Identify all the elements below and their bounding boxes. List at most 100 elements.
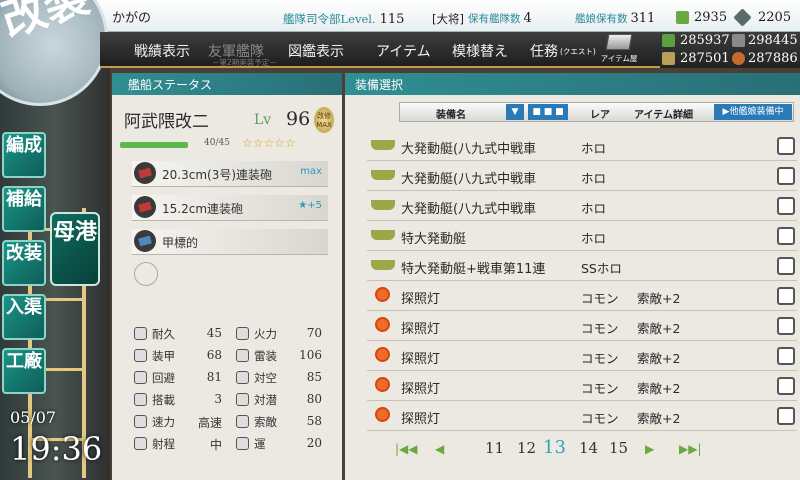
- lock-icon[interactable]: [777, 317, 795, 335]
- stat-icon: [134, 327, 147, 340]
- stat-row: 回避 81 対空 85: [132, 367, 328, 389]
- stat-value: 20: [306, 436, 322, 450]
- level-value: 96: [286, 108, 311, 130]
- equipment-select-panel: 装備名 ▼ ■ ■ ■ レア アイテム詳細 ▶他艦娘装備中 大発動艇(八九式中戦…: [345, 95, 800, 480]
- filter-button[interactable]: ■ ■ ■: [528, 104, 568, 120]
- stat-label: 運: [254, 437, 266, 451]
- equipment-row[interactable]: 探照灯 コモン 索敵+2: [367, 371, 797, 401]
- nav-arsenal-button[interactable]: 工廠: [2, 348, 46, 394]
- steel-icon: [662, 52, 675, 65]
- lock-icon[interactable]: [777, 377, 795, 395]
- stat-value: 中: [209, 438, 222, 452]
- stat-row: 装甲 68 雷装 106: [132, 345, 328, 367]
- page-13-current[interactable]: 13: [543, 437, 566, 458]
- lock-icon[interactable]: [777, 197, 795, 215]
- sort-dropdown-button[interactable]: ▼: [506, 104, 524, 120]
- ship-status-panel: 阿武隈改二 Lv 96 改修MAX 40/45 ☆☆☆☆☆ 20.3cm(3号)…: [112, 95, 342, 480]
- slot-name: 20.3cm(3号)連装砲: [162, 168, 273, 182]
- stat-label: 雷装: [254, 349, 277, 363]
- stat-value: 45: [206, 326, 222, 340]
- col-rarity-label: レア: [590, 110, 610, 121]
- next-page-arrow[interactable]: ▶: [645, 442, 673, 456]
- equipment-rarity: コモン: [581, 321, 619, 336]
- equipment-rarity: ホロ: [581, 171, 607, 186]
- page-15[interactable]: 15: [609, 439, 628, 457]
- equipment-row[interactable]: 大発動艇(八九式中戦車 ホロ: [367, 191, 797, 221]
- equipment-row[interactable]: 探照灯 コモン 索敵+2: [367, 341, 797, 371]
- fuel-count: 285937: [680, 33, 730, 48]
- equipment-detail: 索敵+2: [637, 411, 681, 426]
- searchlight-icon: [375, 377, 390, 392]
- nav-supply-button[interactable]: 補給: [2, 186, 46, 232]
- port-button[interactable]: 母港: [50, 212, 100, 286]
- equipment-slot-1[interactable]: 20.3cm(3号)連装砲 max: [132, 161, 328, 187]
- lock-icon[interactable]: [777, 407, 795, 425]
- stat-value: 高速: [197, 416, 222, 430]
- page-14[interactable]: 14: [579, 439, 598, 457]
- item-shop-button[interactable]: アイテム屋: [600, 34, 638, 66]
- nav-repair-button[interactable]: 入渠: [2, 294, 46, 340]
- nav-remodel-button[interactable]: 改装: [2, 240, 46, 286]
- lock-icon[interactable]: [777, 257, 795, 275]
- equipment-slot-3[interactable]: 甲標的: [132, 229, 328, 255]
- equipment-rarity: コモン: [581, 351, 619, 366]
- equipment-detail: 索敵+2: [637, 321, 681, 336]
- stat-icon: [134, 393, 147, 406]
- equipment-row[interactable]: 大発動艇(八九式中戦車 ホロ: [367, 131, 797, 161]
- equipment-rarity: コモン: [581, 411, 619, 426]
- equipment-row[interactable]: 探照灯 コモン 索敵+2: [367, 281, 797, 311]
- main-gun-icon: [134, 196, 156, 218]
- equipment-name: 探照灯: [401, 382, 441, 397]
- stat-row: 射程 中 運 20: [132, 433, 328, 455]
- other-ship-equipped-button[interactable]: ▶他艦娘装備中: [714, 104, 792, 120]
- equipment-slot-2[interactable]: 15.2cm連装砲 ★+5: [132, 195, 328, 221]
- lock-icon[interactable]: [777, 287, 795, 305]
- menu-items-button[interactable]: アイテム: [376, 41, 431, 61]
- prev-page-arrow[interactable]: ◀: [435, 442, 463, 456]
- equipment-row[interactable]: 探照灯 コモン 索敵+2: [367, 311, 797, 341]
- equipment-rarity: ホロ: [581, 231, 607, 246]
- searchlight-icon: [375, 347, 390, 362]
- stat-label: 装甲: [152, 349, 175, 363]
- last-page-arrow[interactable]: ▶▶|: [679, 442, 707, 456]
- equipment-select-title: 装備選択: [355, 78, 404, 92]
- lock-icon[interactable]: [777, 167, 795, 185]
- empty-slot-circle: [134, 262, 158, 286]
- stat-icon: [134, 371, 147, 384]
- page-12[interactable]: 12: [517, 439, 536, 457]
- stat-label: 回避: [152, 371, 175, 385]
- stat-icon: [134, 349, 147, 362]
- equipment-row[interactable]: 探照灯 コモン 索敵+2: [367, 401, 797, 431]
- ammo-count: 298445: [748, 33, 798, 48]
- lock-icon[interactable]: [777, 227, 795, 245]
- lock-icon[interactable]: [777, 347, 795, 365]
- stat-icon: [236, 437, 249, 450]
- first-page-arrow[interactable]: |◀◀: [395, 442, 423, 456]
- menu-encyclopedia-button[interactable]: 図鑑表示: [288, 41, 344, 61]
- menu-quest-button[interactable]: 任務: [530, 41, 558, 61]
- lock-icon[interactable]: [777, 137, 795, 155]
- bucket-count: 2935: [694, 10, 728, 25]
- equipment-row[interactable]: 特大発動艇+戦車第11連 SSホロ: [367, 251, 797, 281]
- resource-panel: 285937 298445 287501 287886: [660, 32, 800, 68]
- equipment-name: 特大発動艇: [401, 232, 467, 247]
- equipment-rarity: コモン: [581, 291, 619, 306]
- equipment-slot-empty[interactable]: [132, 261, 328, 287]
- page-11[interactable]: 11: [485, 439, 504, 457]
- menu-furniture-button[interactable]: 模様替え: [452, 41, 508, 61]
- bucket-icon: [676, 11, 689, 24]
- star-rating: ☆☆☆☆☆: [242, 136, 296, 150]
- hp-text: 40/45: [204, 138, 230, 148]
- searchlight-icon: [375, 287, 390, 302]
- equipment-name: 探照灯: [401, 292, 441, 307]
- equipment-row[interactable]: 特大発動艇 ホロ: [367, 221, 797, 251]
- stat-value: 80: [306, 392, 322, 406]
- menu-record-button[interactable]: 戦績表示: [134, 41, 190, 61]
- nav-organize-button[interactable]: 編成: [2, 132, 46, 178]
- item-shop-label: アイテム屋: [600, 54, 638, 63]
- equipment-row[interactable]: 大発動艇(八九式中戦車 ホロ: [367, 161, 797, 191]
- logo-glyph: 改装: [0, 0, 96, 48]
- main-gun-icon: [134, 162, 156, 184]
- remodel-badge: 改修MAX: [314, 107, 334, 133]
- landing-craft-icon: [371, 170, 395, 180]
